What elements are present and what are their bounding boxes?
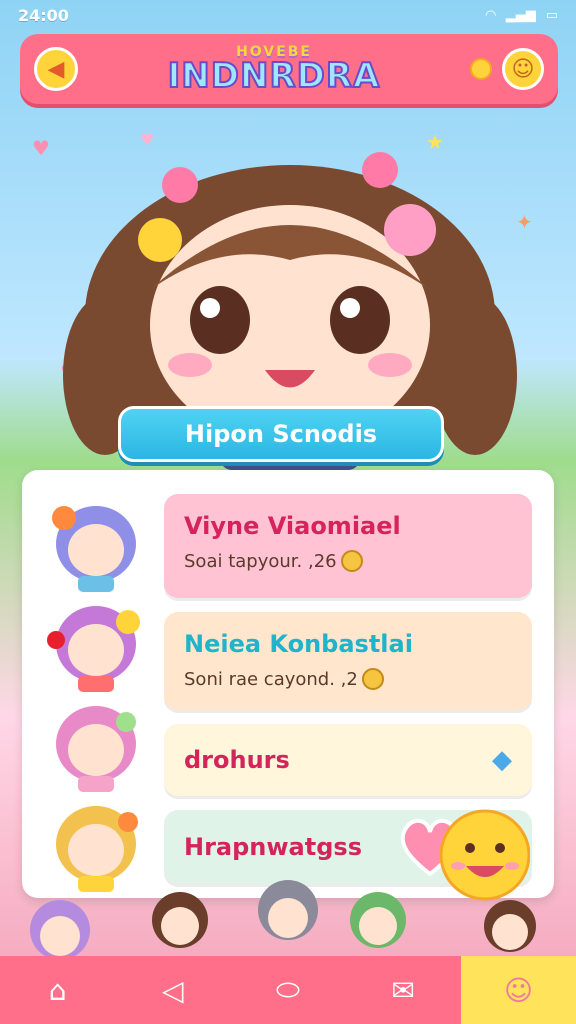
arrow-right-icon: ◆ xyxy=(492,745,512,775)
center-icon: ⬭ xyxy=(276,973,300,1006)
nav-profile[interactable]: ☺ xyxy=(460,956,576,1024)
sound-icon: ◁ xyxy=(162,973,184,1007)
nav-sound[interactable]: ◁ xyxy=(115,956,230,1024)
card-title: drohurs xyxy=(184,746,290,774)
card-title: Viуne Viaomiael xyxy=(184,512,401,540)
nav-home[interactable]: ⌂ xyxy=(0,956,115,1024)
avatar[interactable] xyxy=(46,600,146,692)
heart-badge-icon xyxy=(361,668,384,690)
wifi-icon: ◠ xyxy=(485,7,496,23)
avatar[interactable] xyxy=(46,700,146,792)
status-time: 24:00 xyxy=(18,5,69,25)
home-icon: ⌂ xyxy=(48,973,67,1007)
bottom-nav: ⌂ ◁ ⬭ ✉ ☺ xyxy=(0,956,576,1024)
menu-card[interactable]: drohurs ◆ xyxy=(164,724,532,796)
card-subtitle: Soai tapyour. ,26 xyxy=(184,550,337,572)
card-title: Neiea Konbastlai xyxy=(184,630,413,658)
card-subtitle: Soni rae cayond. ,2 xyxy=(184,668,358,690)
nav-mail[interactable]: ✉ xyxy=(346,956,461,1024)
character-card[interactable]: Neiea Konbastlai Soni rae cayond. ,2 xyxy=(164,612,532,710)
avatar[interactable] xyxy=(46,500,146,592)
avatar-column xyxy=(46,500,166,900)
bottom-character-strip xyxy=(30,880,536,960)
top-bar: ◀ HOVEBE INDNRDRA ☺ xyxy=(20,34,558,104)
back-button[interactable]: ◀ xyxy=(34,47,78,91)
smiley-icon: ☺ xyxy=(511,56,535,82)
battery-icon: ▭ xyxy=(545,7,558,23)
card-title: Hrapnwatgss xyxy=(184,833,362,861)
heart-badge-icon xyxy=(340,550,363,572)
card-subtitle-row: Soni rae cayond. ,2 xyxy=(184,668,512,690)
game-logo: HOVEBE INDNRDRA xyxy=(167,45,381,96)
character-name: Hipon Scnodis xyxy=(184,420,378,448)
character-card[interactable]: Viуne Viaomiael Soai tapyour. ,26 xyxy=(164,494,532,598)
back-arrow-icon: ◀ xyxy=(47,56,65,82)
top-right-controls: ☺ xyxy=(470,48,544,90)
coin-icon xyxy=(470,58,492,80)
character-name-plate: Hipon Scnodis xyxy=(118,406,444,462)
signal-icon: ▂▄▆ xyxy=(505,7,536,23)
status-bar: 24:00 ◠ ▂▄▆ ▭ xyxy=(0,0,576,30)
card-subtitle-row: Soai tapyour. ,26 xyxy=(184,550,512,572)
nav-center[interactable]: ⬭ xyxy=(230,956,345,1024)
heart-decor-icon: ♥ xyxy=(32,136,50,160)
logo-main-text: INDNRDRA xyxy=(167,56,381,96)
profile-icon: ☺ xyxy=(503,973,534,1007)
mail-icon: ✉ xyxy=(391,973,415,1007)
status-icons: ◠ ▂▄▆ ▭ xyxy=(486,8,558,23)
emoji-button[interactable]: ☺ xyxy=(502,48,544,90)
